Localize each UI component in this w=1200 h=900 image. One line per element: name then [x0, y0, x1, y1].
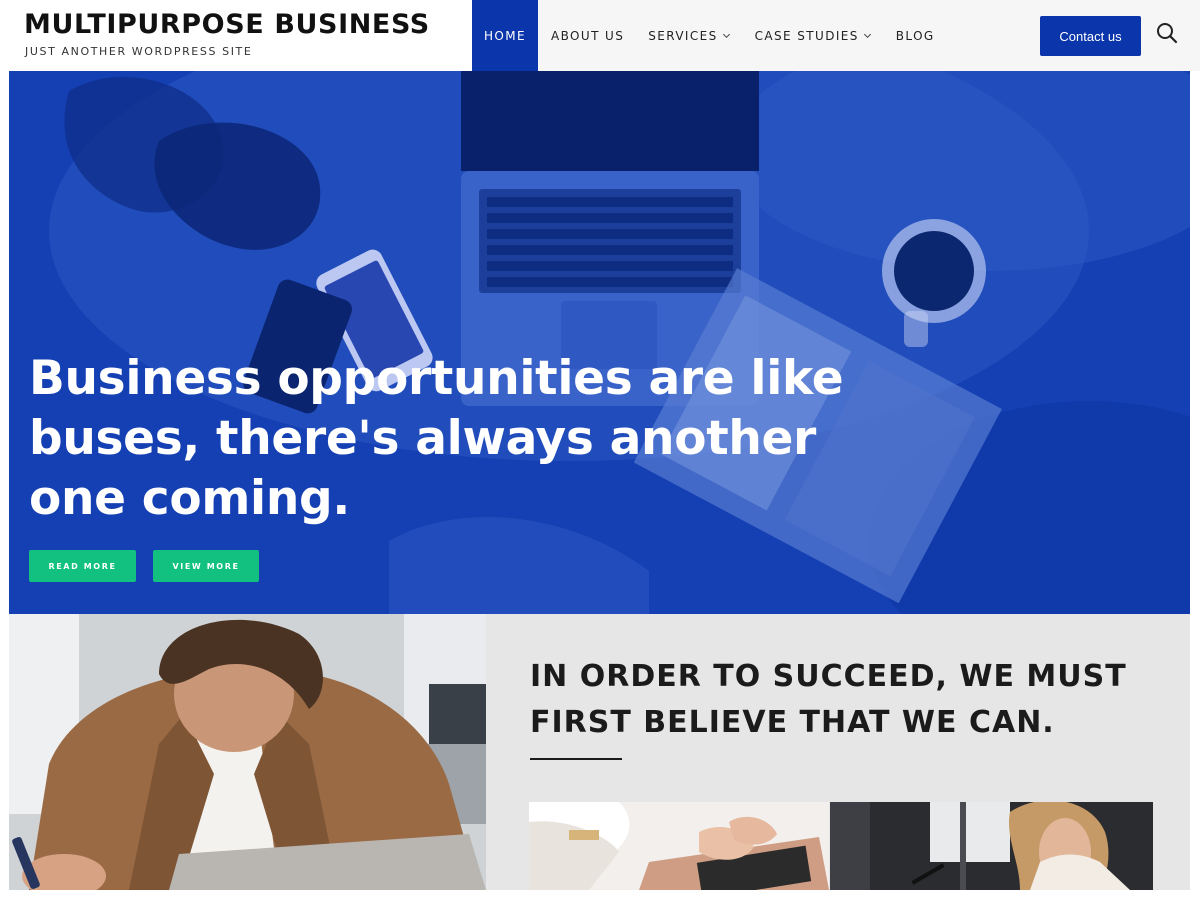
woman-office-photo: [830, 802, 1153, 890]
hero-background-image: [9, 71, 1190, 614]
view-more-button[interactable]: VIEW MORE: [153, 550, 259, 582]
site-tagline: JUST ANOTHER WORDPRESS SITE: [25, 45, 253, 58]
nav-item-label: BLOG: [895, 28, 935, 43]
nav-item-home[interactable]: HOME: [472, 0, 539, 71]
nav-item-label: HOME: [484, 28, 527, 43]
site-title[interactable]: MULTIPURPOSE BUSINESS: [24, 9, 430, 40]
search-icon[interactable]: [1156, 22, 1178, 44]
divider: [530, 758, 622, 760]
nav-item-label: SERVICES: [648, 28, 718, 43]
site-header: MULTIPURPOSE BUSINESS JUST ANOTHER WORDP…: [0, 0, 1200, 71]
section-quote: IN ORDER TO SUCCEED, WE MUST FIRST BELIE…: [530, 659, 1127, 740]
typing-laptop-photo: [529, 802, 829, 890]
main-nav: HOME ABOUT US SERVICES CASE STUDIES BLOG: [472, 0, 946, 71]
man-working-photo: [9, 614, 486, 890]
read-more-button[interactable]: READ MORE: [29, 550, 136, 582]
nav-item-services[interactable]: SERVICES: [637, 0, 741, 71]
quote-section: IN ORDER TO SUCCEED, WE MUST FIRST BELIE…: [486, 614, 1190, 890]
nav-item-about-us[interactable]: ABOUT US: [540, 0, 635, 71]
nav-item-blog[interactable]: BLOG: [885, 0, 946, 71]
chevron-down-icon: [863, 33, 871, 39]
contact-us-button[interactable]: Contact us: [1040, 16, 1141, 56]
chevron-down-icon: [722, 33, 730, 39]
hero-headline: Business opportunities are like buses, t…: [29, 351, 844, 526]
nav-item-label: ABOUT US: [551, 28, 625, 43]
nav-item-case-studies[interactable]: CASE STUDIES: [744, 0, 883, 71]
hero-banner: Business opportunities are like buses, t…: [9, 71, 1190, 614]
nav-item-label: CASE STUDIES: [754, 28, 859, 43]
